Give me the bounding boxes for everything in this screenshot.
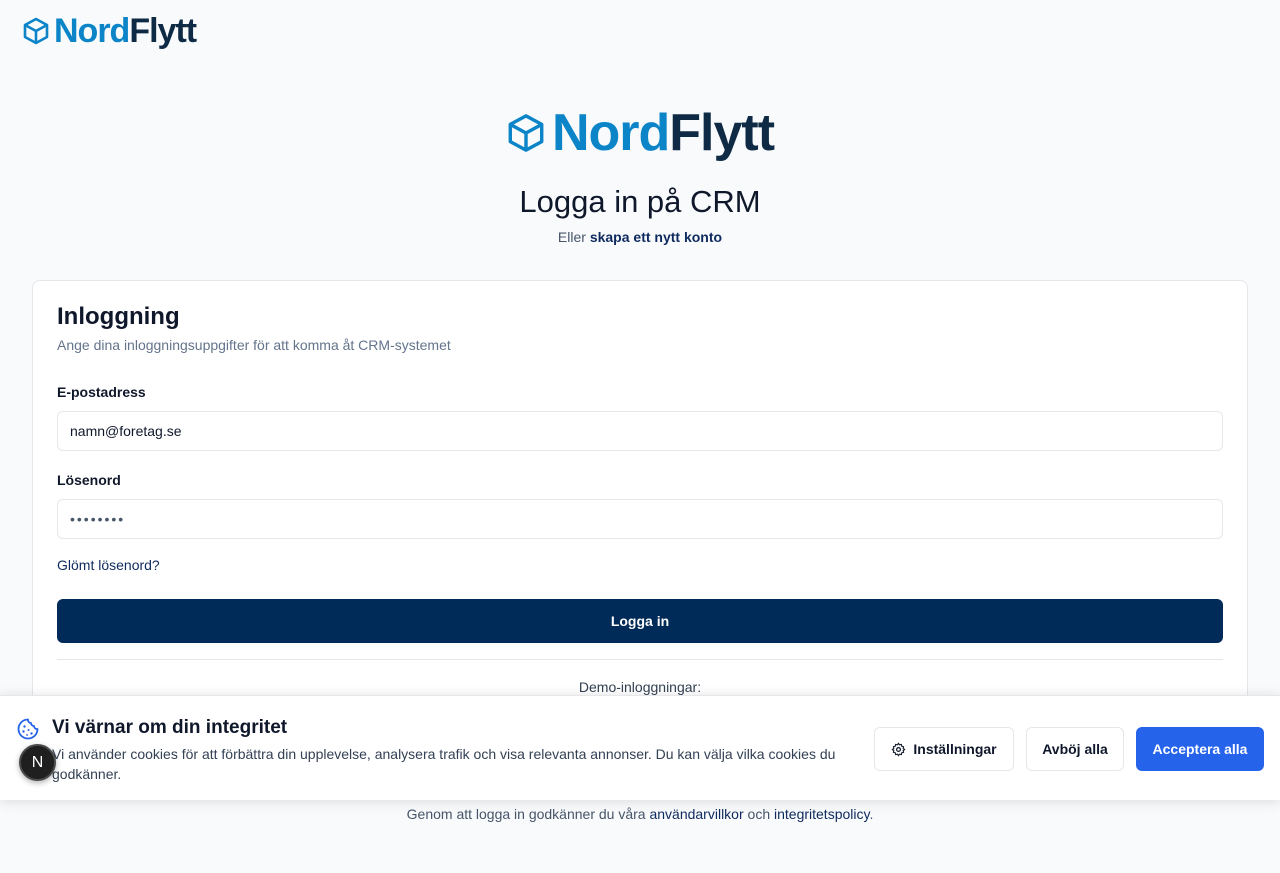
cookie-banner: Vi värnar om din integritet Vi använder … [0, 695, 1280, 800]
cookie-icon [17, 718, 39, 740]
accept-all-button[interactable]: Acceptera alla [1136, 727, 1264, 771]
dev-tools-badge[interactable]: N [19, 744, 56, 781]
subtitle-prefix: Eller [557, 229, 586, 245]
privacy-link[interactable]: integritetspolicy [774, 806, 869, 822]
terms-prefix: Genom att logga in godkänner du våra [406, 806, 646, 822]
terms-suffix: . [869, 806, 874, 822]
demo-logins-title: Demo-inloggningar: [578, 679, 702, 695]
main-logo: Nord Flytt [0, 104, 1280, 162]
page-title: Logga in på CRM [519, 184, 761, 219]
terms-and: och [747, 806, 771, 822]
email-label: E-postadress [57, 384, 146, 400]
login-card: Inloggning Ange dina inloggningsuppgifte… [32, 280, 1248, 740]
reject-all-button[interactable]: Avböj alla [1026, 727, 1124, 771]
cube-icon [508, 114, 544, 152]
email-field[interactable]: namn@foretag.se [57, 411, 1223, 451]
password-field[interactable]: •••••••• [57, 499, 1223, 539]
page-subtitle: Eller skapa ett nytt konto [0, 229, 1280, 245]
create-account-link[interactable]: skapa ett nytt konto [590, 229, 722, 245]
cube-icon [23, 17, 49, 45]
cookie-settings-label: Inställningar [913, 741, 997, 757]
divider [57, 659, 1223, 660]
card-title: Inloggning [57, 303, 180, 330]
cookie-text: Vi använder cookies för att förbättra di… [52, 746, 836, 782]
terms-note: Genom att logga in godkänner du våra anv… [0, 806, 1280, 822]
cookie-settings-button[interactable]: Inställningar [874, 727, 1014, 771]
cookie-title: Vi värnar om din integritet [52, 717, 288, 738]
logo-text-nord: Nord [551, 104, 670, 162]
gear-icon [892, 742, 906, 756]
card-description: Ange dina inloggningsuppgifter för att k… [57, 337, 451, 353]
header-logo[interactable]: Nord Flytt [22, 12, 197, 50]
login-button[interactable]: Logga in [57, 599, 1223, 643]
terms-link[interactable]: användarvillkor [649, 806, 743, 822]
forgot-password-link[interactable]: Glömt lösenord? [57, 557, 160, 573]
logo-text-flytt: Flytt [129, 12, 197, 50]
logo-text-nord: Nord [54, 12, 130, 50]
logo-text-flytt: Flytt [669, 104, 775, 162]
password-label: Lösenord [57, 472, 121, 488]
